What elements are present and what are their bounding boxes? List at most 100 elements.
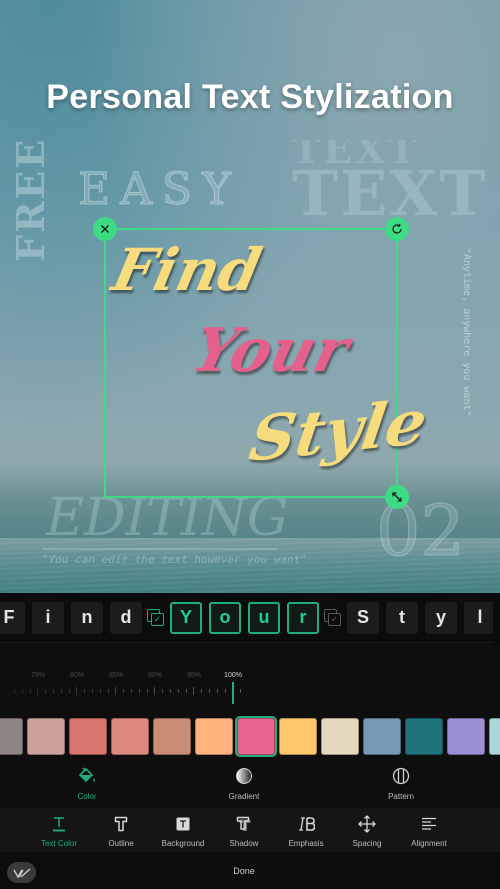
selected-text-line-find: Find <box>106 236 268 304</box>
color-swatch[interactable] <box>27 718 65 755</box>
char-tile[interactable]: t <box>386 601 418 634</box>
char-tile[interactable]: u <box>248 601 280 634</box>
rotate-icon <box>392 223 402 234</box>
color-swatch[interactable] <box>69 718 107 755</box>
color-swatch[interactable] <box>405 718 443 755</box>
char-tile[interactable]: n <box>71 601 103 634</box>
prop-outline-label: Outline <box>108 839 134 848</box>
resize-handle[interactable] <box>385 485 409 509</box>
ruler-tick <box>115 687 117 695</box>
close-handle[interactable] <box>93 217 117 241</box>
text-selection-box[interactable]: Find Your Style <box>93 217 431 509</box>
ruler-ticks[interactable] <box>0 685 500 701</box>
editing-underline <box>42 548 278 550</box>
char-tile[interactable]: S <box>347 601 379 634</box>
ruler-tick <box>123 689 125 693</box>
ruler-tick <box>76 687 78 695</box>
prop-shadow-label: Shadow <box>229 839 259 848</box>
prop-emphasis[interactable]: Emphasis <box>271 816 341 848</box>
selected-text-line-your: Your <box>185 316 356 386</box>
pattern-icon <box>392 767 410 785</box>
ruler-indicator[interactable] <box>232 682 234 704</box>
color-swatches[interactable] <box>0 712 500 760</box>
char-tile[interactable]: d <box>110 601 142 634</box>
color-swatch[interactable] <box>279 718 317 755</box>
outline-icon <box>114 816 128 832</box>
char-tile[interactable]: o <box>209 601 241 634</box>
color-swatch[interactable] <box>489 718 500 755</box>
resize-icon <box>392 492 402 502</box>
char-tile[interactable]: Y <box>170 601 202 634</box>
prop-outline[interactable]: Outline <box>86 816 156 848</box>
color-swatch[interactable] <box>0 718 23 755</box>
color-swatch[interactable] <box>235 716 277 757</box>
tab-gradient[interactable]: Gradient <box>194 766 294 801</box>
swatch-row <box>0 716 500 757</box>
ruler-tick <box>29 689 31 693</box>
tab-color[interactable]: Color <box>37 766 137 801</box>
ruler-tick <box>131 689 132 693</box>
color-swatch[interactable] <box>321 718 359 755</box>
spacing-icon <box>358 815 376 833</box>
color-swatch[interactable] <box>447 718 485 755</box>
ruler-tick <box>138 689 140 693</box>
editor-canvas[interactable]: Personal Text Stylization FREE EASY TEXT… <box>0 0 500 593</box>
emphasis-icon <box>299 817 315 831</box>
ruler-tick <box>201 689 203 693</box>
ruler-tick <box>240 689 242 693</box>
ruler-tick <box>92 689 93 693</box>
char-tile[interactable]: i <box>32 601 64 634</box>
ruler-tick <box>170 689 171 693</box>
ruler-tick <box>193 687 195 695</box>
ruler-tick <box>224 689 226 693</box>
ruler-label: 95% <box>186 672 202 679</box>
text-properties-toolbar: Text Color Outline Background Shadow Emp… <box>0 808 500 852</box>
prop-alignment[interactable]: Alignment <box>394 816 464 848</box>
prop-text-color[interactable]: Text Color <box>24 816 94 848</box>
bg-text-easy[interactable]: EASY <box>77 164 241 216</box>
bg-text-anytime[interactable]: "Anytime, anywhere you want" <box>461 248 472 417</box>
color-swatch[interactable] <box>111 718 149 755</box>
color-swatch[interactable] <box>153 718 191 755</box>
prop-spacing-label: Spacing <box>352 839 382 848</box>
ruler-tick <box>162 689 164 693</box>
ruler-tick <box>68 689 70 693</box>
color-swatch[interactable] <box>363 718 401 755</box>
color-swatch[interactable] <box>195 718 233 755</box>
text-color-icon <box>53 817 65 832</box>
prop-emphasis-label: Emphasis <box>288 839 324 848</box>
char-tile[interactable]: F <box>0 601 25 634</box>
prop-spacing[interactable]: Spacing <box>332 815 402 848</box>
opacity-ruler[interactable]: 75% 80% 85% 90% 95% 100% <box>0 644 500 712</box>
char-tile[interactable]: y <box>425 601 457 634</box>
ruler-tick <box>60 689 62 693</box>
prop-background-label: Background <box>161 839 205 848</box>
bg-text-free[interactable]: FREE <box>8 138 53 263</box>
group-select-toggle[interactable]: ✓ <box>147 608 165 627</box>
alignment-icon <box>422 817 436 830</box>
shadow-icon <box>236 816 251 831</box>
tab-gradient-label: Gradient <box>228 792 260 801</box>
ruler-tick <box>154 687 156 695</box>
ruler-tick <box>177 689 179 693</box>
prop-background[interactable]: Background <box>148 816 218 848</box>
tab-pattern[interactable]: Pattern <box>351 766 451 801</box>
bg-text-text[interactable]: TEXT TEXT <box>292 140 488 225</box>
background-icon <box>176 817 190 831</box>
ruler-label: 90% <box>147 672 163 679</box>
promo-headline: Personal Text Stylization <box>46 78 454 116</box>
gradient-icon <box>236 768 252 784</box>
prop-shadow[interactable]: Shadow <box>209 816 279 848</box>
character-strip[interactable]: Fi n d ✓ Yo u r ✓ St y l <box>0 593 493 643</box>
done-button[interactable]: Done <box>0 866 488 876</box>
group-select-toggle[interactable]: ✓ <box>324 608 342 627</box>
close-icon <box>101 225 109 233</box>
rotate-handle[interactable] <box>385 217 409 241</box>
char-tile[interactable]: l <box>464 601 493 634</box>
ruler-tick <box>185 689 187 693</box>
selected-text-line-style: Style <box>244 385 432 476</box>
char-tile[interactable]: r <box>287 601 319 634</box>
ruler-tick <box>21 689 23 693</box>
bg-text-editing-subtitle[interactable]: "You can edit the text however you want" <box>42 553 307 566</box>
ruler-label: 100% <box>224 672 242 679</box>
